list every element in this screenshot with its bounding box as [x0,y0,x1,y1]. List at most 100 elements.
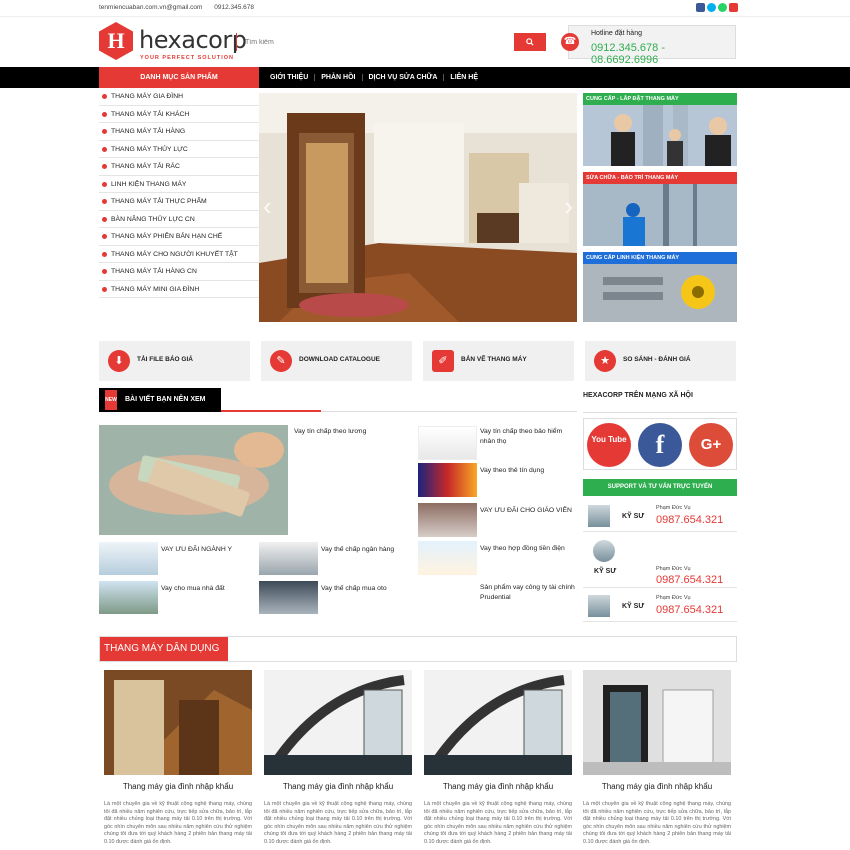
supporter-phone[interactable]: 0987.654.321 [656,574,723,586]
category-sidebar: THANG MÁY GIA ĐÌNH THANG MÁY TẢI KHÁCH T… [99,88,259,298]
top-phone[interactable]: 0912.345.678 [214,4,254,11]
product-card[interactable]: Thang máy gia đình nhập khẩu Là một chuy… [104,670,252,846]
article-thumb[interactable] [259,542,318,575]
prudential-logo[interactable] [418,580,477,614]
nav-item-about[interactable]: GIỚI THIỆU [264,74,316,81]
promo-parts[interactable]: CUNG CẤP LINH KIỆN THANG MÁY [583,252,737,322]
top-social [696,3,738,12]
sidebar-item[interactable]: THANG MÁY TẢI THỰC PHẨM [99,193,259,211]
sidebar-item[interactable]: THANG MÁY TẢI HÀNG CN [99,263,259,281]
sidebar-item[interactable]: THANG MÁY TẢI RÁC [99,158,259,176]
promo-install[interactable]: CUNG CẤP - LẮP ĐẶT THANG MÁY [583,93,737,166]
social-section-title: HEXACORP TRÊN MẠNG XÃ HỘI [583,392,693,399]
promo-repair[interactable]: SỬA CHỮA - BẢO TRÌ THANG MÁY [583,172,737,246]
youtube-icon[interactable]: You Tube [587,423,631,467]
facebook-icon[interactable] [696,3,705,12]
sidebar-item[interactable]: THANG MÁY MINI GIA ĐÌNH [99,281,259,298]
feature-price-file[interactable]: ⬇ TẢI FILE BÁO GIÁ [99,341,250,381]
feature-catalogue[interactable]: ✎ DOWNLOAD CATALOGUE [261,341,412,381]
hotline-label: Hotline đặt hàng [591,30,642,37]
product-description: Là một chuyên gia về kỹ thuật công nghệ … [104,801,252,845]
product-title[interactable]: Thang máy gia đình nhập khẩu [264,782,412,791]
sidebar-item[interactable]: THANG MÁY TẢI HÀNG [99,123,259,141]
slider-prev-arrow[interactable]: ‹ [263,193,272,219]
product-card[interactable]: Thang máy gia đình nhập khẩu Là một chuy… [264,670,412,846]
product-image [583,670,731,775]
featured-article-title[interactable]: Vay tín chấp theo lương [294,427,414,437]
facebook-icon[interactable]: f [638,423,682,467]
logo-name[interactable]: hexacorp [139,26,247,54]
article-thumb[interactable] [259,581,318,614]
supporter-role: KỸ SƯ [622,603,645,610]
article-title[interactable]: Vay cho mua nhà đất [161,584,256,594]
hotline-box: ☎ Hotline đặt hàng 0912.345.678 - 08.669… [561,25,736,66]
feature-compare[interactable]: ★ SO SÁNH - ĐÁNH GIÁ [585,341,736,381]
supporter-phone[interactable]: 0987.654.321 [656,514,723,526]
sidebar-item[interactable]: THANG MÁY PHIÊN BẢN HẠN CHẾ [99,228,259,246]
slider-image [259,93,577,322]
sidebar-item[interactable]: THANG MÁY THỦY LỰC [99,141,259,158]
whatsapp-icon[interactable] [718,3,727,12]
article-title[interactable]: VAY ƯU ĐÃI NGÀNH Y [161,545,256,555]
section-underline [221,410,321,412]
sidebar-item[interactable]: THANG MÁY TẢI KHÁCH [99,106,259,123]
supporter-item: KỸ SƯ Phạm Đức Vụ 0987.654.321 [583,536,737,588]
social-links: You Tube f G+ [583,418,737,470]
nav-item-feedback[interactable]: PHẢN HỒI [315,74,363,81]
featured-article-image[interactable] [99,425,288,535]
hotline-numbers[interactable]: 0912.345.678 - 08.6692.6996 [591,42,735,66]
feature-label: SO SÁNH - ĐÁNH GIÁ [623,356,691,363]
avatar [588,595,610,617]
google-plus-icon[interactable]: G+ [689,423,733,467]
youtube-icon[interactable] [729,3,738,12]
article-thumb[interactable] [99,581,158,614]
product-description: Là một chuyên gia về kỹ thuật công nghệ … [424,801,572,845]
compare-icon: ★ [594,350,616,372]
top-email[interactable]: tenmiencuaban.com.vn@gmail.com [99,4,202,11]
promo-parts-label: CUNG CẤP LINH KIỆN THANG MÁY [583,252,737,264]
sidebar-item[interactable]: BÀN NÂNG THỦY LỰC CN [99,211,259,228]
article-thumb[interactable] [418,503,477,537]
product-card[interactable]: Thang máy gia đình nhập khẩu Là một chuy… [424,670,572,846]
sidebar-item[interactable]: LINH KIỆN THANG MÁY [99,176,259,193]
article-thumb[interactable] [418,463,477,497]
supporter-phone[interactable]: 0987.654.321 [656,604,723,616]
product-title[interactable]: Thang máy gia đình nhập khẩu [424,782,572,791]
drawing-icon: ✐ [432,350,454,372]
top-bar: tenmiencuaban.com.vn@gmail.com 0912.345.… [0,0,850,17]
search-box [236,33,546,51]
article-thumb[interactable] [99,542,158,575]
articles-section-title: NEW BÀI VIẾT BẠN NÊN XEM [99,388,221,412]
article-title[interactable]: Vay theo hợp đồng tiền điện [480,544,577,554]
logo-icon[interactable]: H [99,22,133,60]
article-thumb[interactable] [418,426,477,460]
supporter-name: Phạm Đức Vụ [656,595,691,601]
product-image [104,670,252,775]
avatar [593,540,615,562]
article-title[interactable]: Vay thế chấp mua oto [321,584,416,594]
skype-icon[interactable] [707,3,716,12]
money-image [99,425,288,535]
feature-drawing[interactable]: ✐ BẢN VẼ THANG MÁY [423,341,574,381]
articles-section-header: NEW BÀI VIẾT BẠN NÊN XEM [99,388,577,412]
hero-slider[interactable]: ‹ › [259,93,577,322]
article-title[interactable]: Vay tín chấp theo bảo hiểm nhân thọ [480,427,577,447]
logo-tagline: YOUR PERFECT SOLUTION [140,55,235,61]
product-card[interactable]: Thang máy gia đình nhập khẩu Là một chuy… [583,670,731,846]
search-button[interactable] [514,33,546,51]
search-input[interactable] [245,35,505,49]
sidebar-item[interactable]: THANG MÁY CHO NGƯỜI KHUYẾT TẬT [99,246,259,263]
article-thumb[interactable] [418,541,477,575]
article-title[interactable]: Vay thế chấp ngân hàng [321,545,416,555]
category-menu-button[interactable]: DANH MỤC SẢN PHẨM [99,67,259,88]
main-nav: DANH MỤC SẢN PHẨM GIỚI THIỆU PHẢN HỒI DỊ… [0,67,850,88]
product-title[interactable]: Thang máy gia đình nhập khẩu [104,782,252,791]
sidebar-item[interactable]: THANG MÁY GIA ĐÌNH [99,88,259,106]
article-title[interactable]: Sản phẩm vay công ty tài chính Prudentia… [480,583,577,603]
nav-item-contact[interactable]: LIÊN HỆ [444,74,484,81]
nav-item-repair[interactable]: DỊCH VỤ SỬA CHỮA [363,74,445,81]
product-title[interactable]: Thang máy gia đình nhập khẩu [583,782,731,791]
article-title[interactable]: VAY ƯU ĐÃI CHO GIÁO VIÊN [480,506,577,516]
article-title[interactable]: Vay theo thẻ tín dụng [480,466,577,476]
slider-next-arrow[interactable]: › [564,193,573,219]
